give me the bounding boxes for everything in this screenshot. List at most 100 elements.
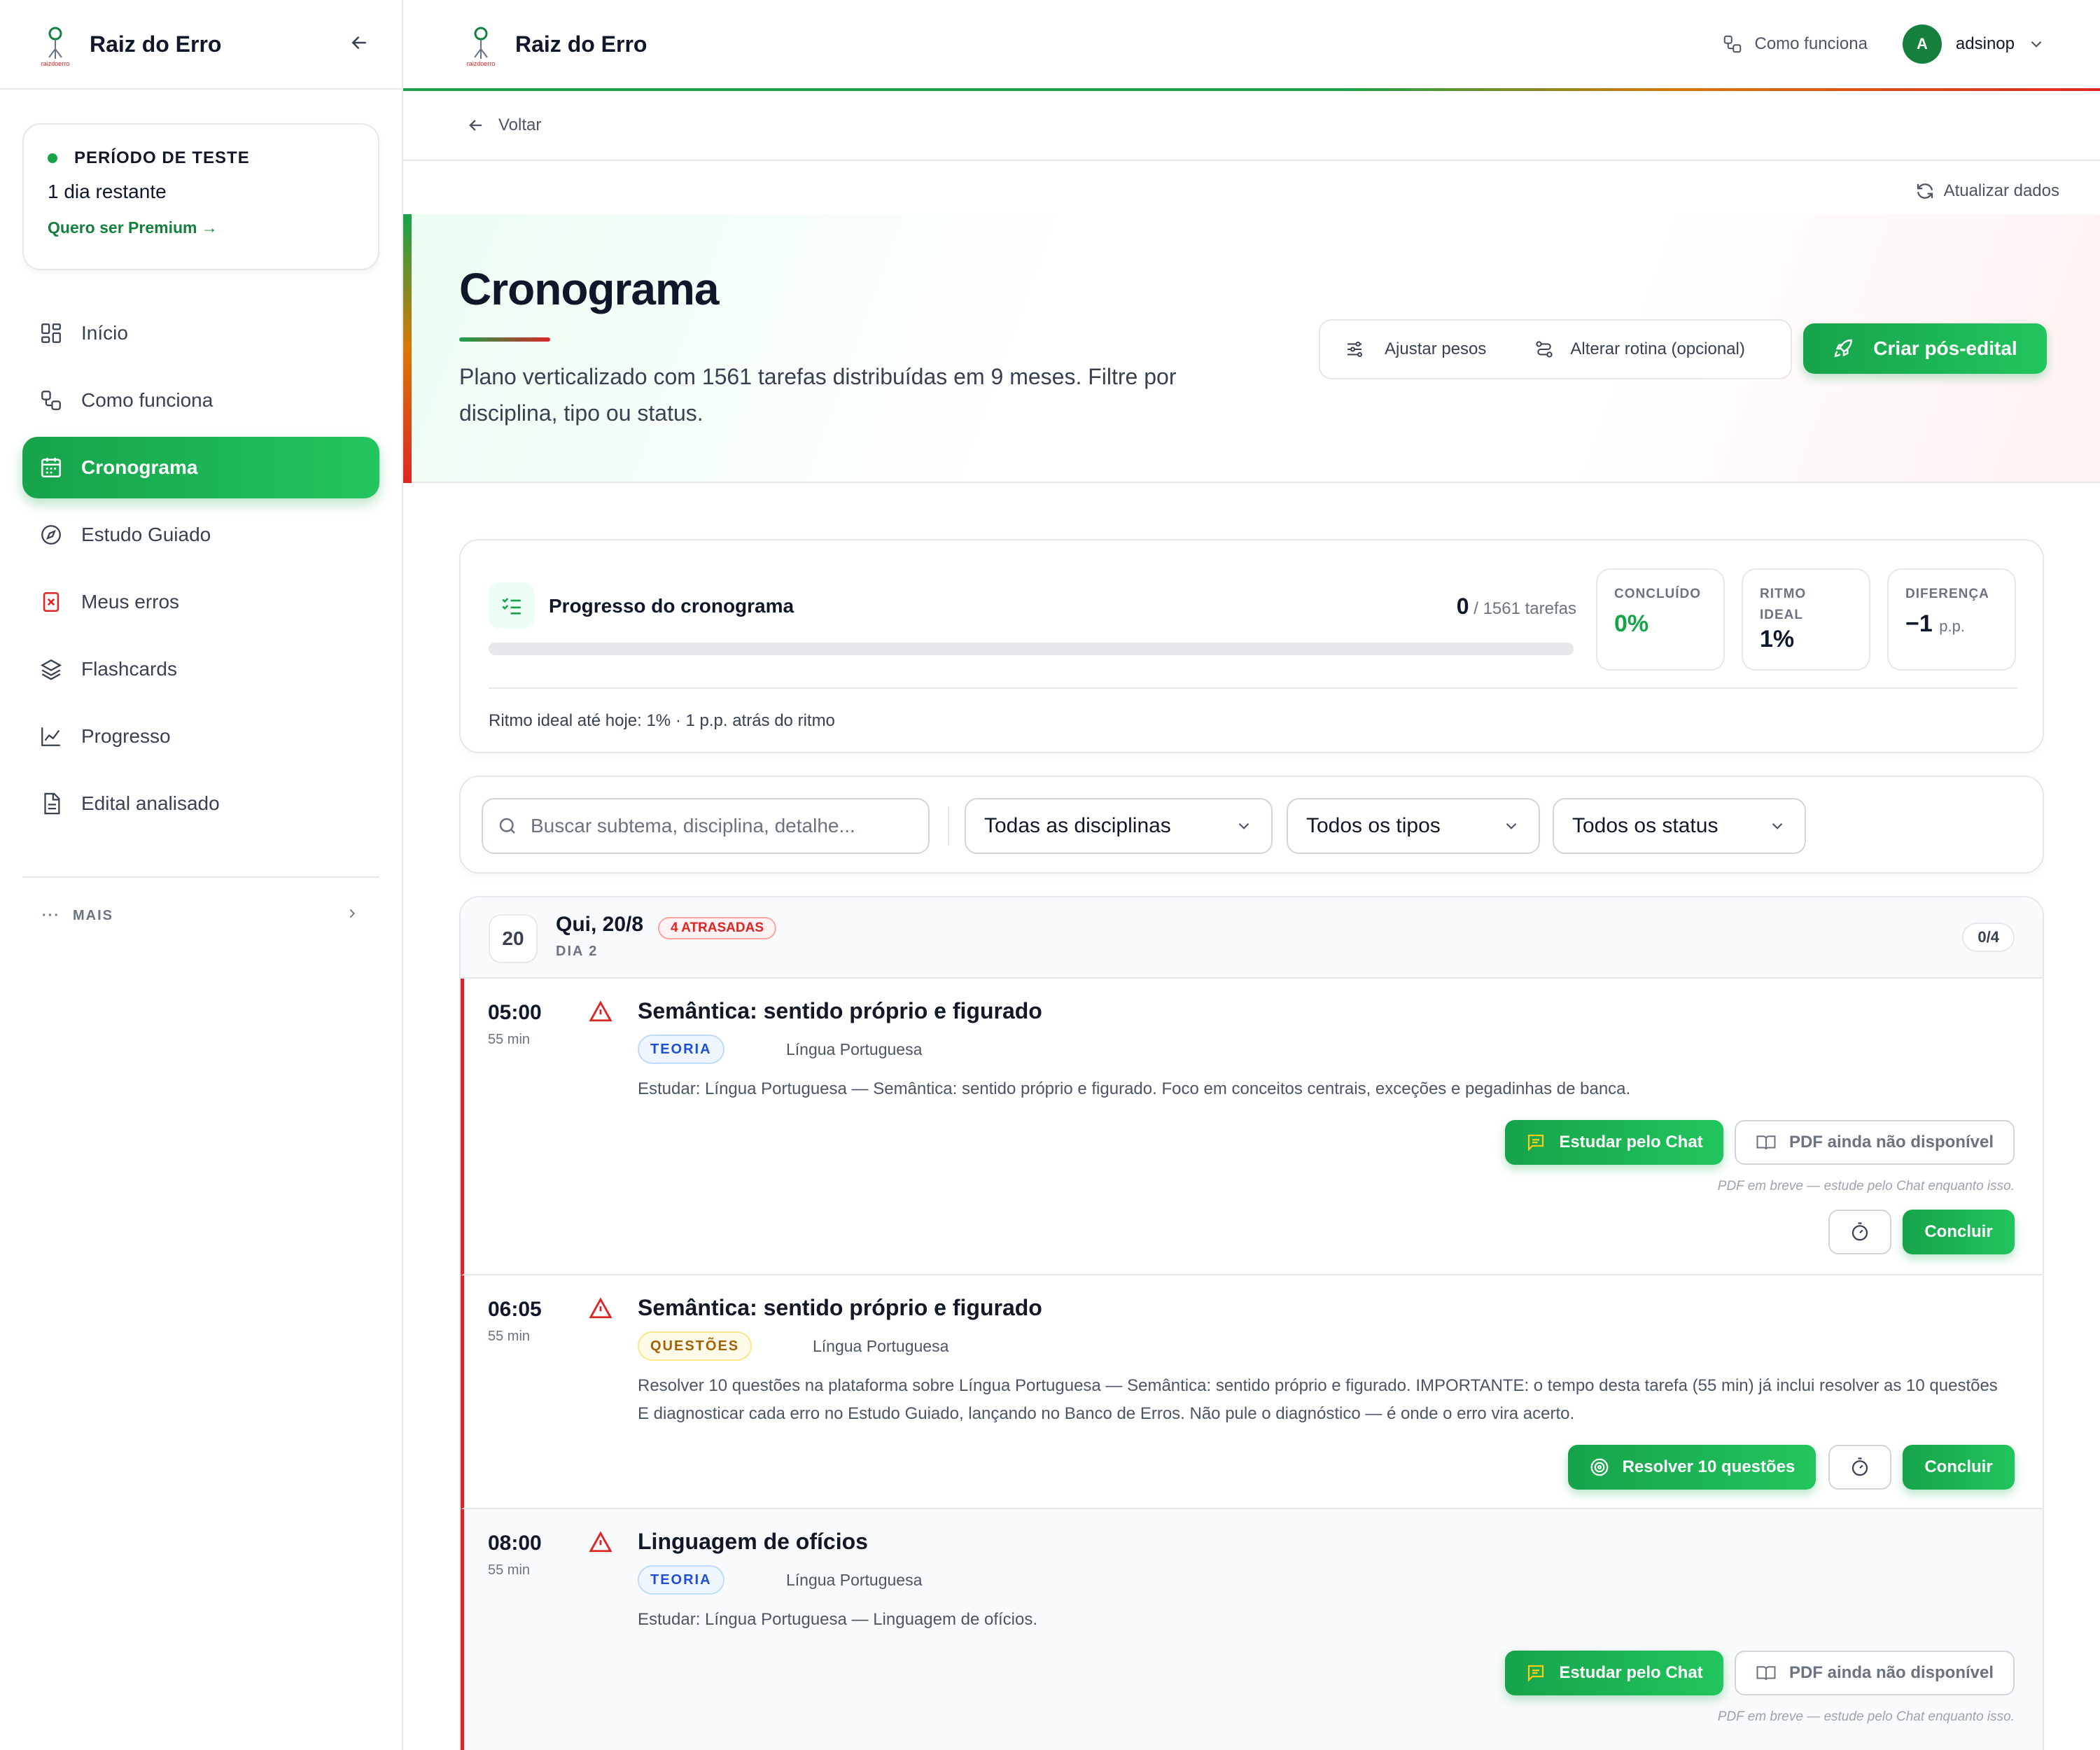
user-menu[interactable]: A adsinop [1902,24,2045,64]
change-routine-label: Alterar rotina (opcional) [1570,340,1745,358]
create-post-edital-button[interactable]: Criar pós-edital [1803,323,2047,374]
type-select[interactable]: Todos os tipos [1287,798,1540,854]
sidebar-header: raizdoerro Raiz do Erro [0,0,402,90]
brand-logo: raizdoerro [32,21,78,67]
sliders-icon [1348,342,1362,357]
refresh-button[interactable]: Atualizar dados [1914,181,2059,202]
sidebar-item-cronograma[interactable]: Cronograma [22,437,379,498]
book-open-icon [1756,1666,1776,1681]
task-row: 06:05 55 min Semântica: sentido próprio … [461,1275,2043,1509]
arrow-left-icon [469,120,482,131]
task-time: 08:00 [488,1532,542,1555]
progress-title: Progresso do cronograma [549,595,794,617]
sidebar-item-meus-erros[interactable]: Meus erros [22,571,379,633]
day-header[interactable]: 20 Qui, 20/8 4 ATRASADAS DIA 2 0/4 [461,897,2043,979]
chevron-down-icon [1772,822,1783,830]
error-square-icon [43,592,59,612]
stat-concluido: CONCLUÍDO 0% [1596,568,1725,671]
hero-accent-bar [403,214,412,483]
route-icon [1536,341,1553,358]
page-title: Cronograma [459,264,719,314]
sidebar-item-flashcards[interactable]: Flashcards [22,638,379,700]
conclude-button[interactable]: Concluir [1903,1445,2015,1490]
how-it-works-label: Como funciona [1754,34,1868,53]
chat-icon [1528,1665,1544,1682]
chevron-right-icon [344,906,360,925]
task-title: Semântica: sentido próprio e figurado [638,1295,1042,1320]
search-icon [499,818,515,834]
day-card: 20 Qui, 20/8 4 ATRASADAS DIA 2 0/4 05:00… [459,896,2044,1750]
progress-card: Progresso do cronograma 0 / 1561 tarefas… [459,539,2044,753]
top-bar: raizdoerro Raiz do Erro Como funciona A … [403,0,2100,88]
collapse-sidebar-icon[interactable] [349,32,370,57]
svg-text:raizdoerro: raizdoerro [467,60,496,67]
workflow-icon [1724,35,1742,53]
sidebar-item-inicio[interactable]: Início [22,302,379,364]
document-icon [44,792,60,815]
progress-footer: Ritmo ideal até hoje: 1% · 1 p.p. atrás … [489,711,835,730]
timer-icon [1851,1222,1868,1241]
study-chat-button[interactable]: Estudar pelo Chat [1505,1651,1723,1695]
change-routine-button[interactable]: Alterar rotina (opcional) [1510,339,1768,360]
chevron-down-icon [2031,41,2042,48]
late-badge: 4 ATRASADAS [658,917,777,939]
refresh-label: Atualizar dados [1943,181,2059,200]
premium-link[interactable]: Quero ser Premium → [48,218,354,237]
progress-done: 0 [1456,594,1469,619]
sidebar-item-label: Cronograma [81,456,198,478]
pdf-unavailable-label: PDF ainda não disponível [1788,1133,1994,1152]
brand-name: Raiz do Erro [515,31,648,57]
pdf-note: PDF em breve — estude pelo Chat enquanto… [1717,1179,2015,1194]
back-label: Voltar [498,115,542,134]
timer-button[interactable] [1828,1210,1891,1254]
sidebar-item-edital-analisado[interactable]: Edital analisado [22,773,379,834]
timer-button[interactable] [1828,1445,1891,1490]
solve-questions-label: Resolver 10 questões [1622,1457,1795,1476]
pdf-note: PDF em breve — estude pelo Chat enquanto… [1717,1709,2015,1724]
status-value: Todos os status [1572,814,1718,837]
sidebar-item-label: Edital analisado [81,792,220,814]
pdf-unavailable-button[interactable]: PDF ainda não disponível [1735,1651,2015,1695]
task-description: Estudar: Língua Portuguesa — Linguagem d… [638,1610,1038,1629]
progress-count: 0 / 1561 tarefas [1457,594,1576,620]
sidebar-item-label: Estudo Guiado [81,524,211,545]
pdf-unavailable-button[interactable]: PDF ainda não disponível [1735,1120,2015,1165]
chart-line-icon [41,727,60,746]
warning-icon [589,1296,612,1324]
study-chat-label: Estudar pelo Chat [1559,1663,1703,1682]
solve-questions-button[interactable]: Resolver 10 questões [1568,1445,1816,1490]
discipline-select[interactable]: Todas as disciplinas [965,798,1273,854]
stat-value: 1% [1760,626,1795,652]
sidebar-item-como-funciona[interactable]: Como funciona [22,370,379,431]
task-time: 05:00 [488,1001,542,1024]
stat-value: 0% [1614,610,1649,637]
conclude-button[interactable]: Concluir [1903,1210,2015,1254]
task-discipline: Língua Portuguesa [813,1337,949,1355]
sidebar-nav: Início Como funciona Cronograma Estudo G… [0,302,402,834]
back-button[interactable]: Voltar [403,91,2100,161]
task-row: 05:00 55 min Semântica: sentido próprio … [461,979,2043,1275]
username: adsinop [1955,34,2015,53]
target-icon [1590,1458,1608,1476]
status-select[interactable]: Todos os status [1553,798,1806,854]
study-chat-button[interactable]: Estudar pelo Chat [1505,1120,1723,1165]
stat-label: CONCLUÍDO [1614,587,1702,601]
stat-label: RITMO IDEAL [1760,587,1807,622]
refresh-icon [1917,183,1933,199]
how-it-works-link[interactable]: Como funciona [1722,34,1868,55]
adjust-weights-button[interactable]: Ajustar pesos [1320,339,1510,360]
title-underline [459,337,550,342]
more-menu[interactable]: ··· MAIS [0,878,402,953]
sidebar-item-estudo-guiado[interactable]: Estudo Guiado [22,504,379,566]
warning-icon [589,1530,612,1558]
sidebar-item-label: Flashcards [81,658,177,680]
stat-value: −1 p.p. [1905,610,1998,638]
sidebar-item-progresso[interactable]: Progresso [22,706,379,767]
trial-remaining: 1 dia restante [48,181,167,202]
pdf-unavailable-label: PDF ainda não disponível [1788,1663,1994,1682]
page-description: Plano verticalizado com 1561 tarefas dis… [459,364,1177,426]
task-row: 08:00 55 min Linguagem de ofícios TEORIA… [461,1509,2043,1750]
task-discipline: Língua Portuguesa [786,1571,923,1589]
search-input[interactable]: Buscar subtema, disciplina, detalhe... [482,798,930,854]
ellipsis-icon: ··· [42,907,60,923]
